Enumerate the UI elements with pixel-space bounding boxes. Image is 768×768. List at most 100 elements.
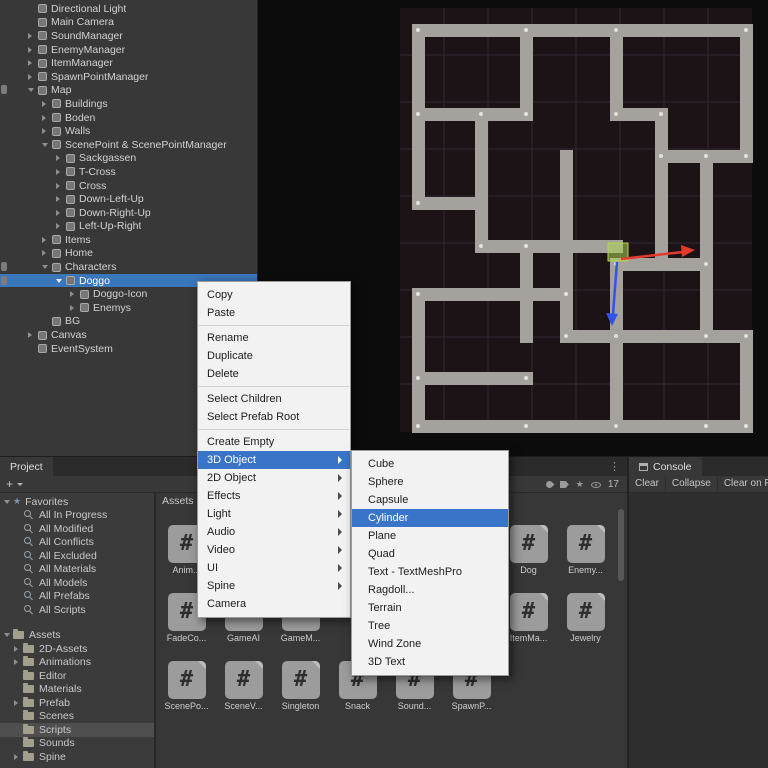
asset-tile-singleton[interactable]: Singleton [272, 661, 329, 711]
disclosure-arrow-icon[interactable] [14, 646, 23, 652]
hierarchy-item-characters[interactable]: Characters [0, 260, 258, 274]
asset-tile-scenev[interactable]: SceneV... [215, 661, 272, 711]
disclosure-arrow-icon[interactable] [14, 659, 23, 665]
console-collapse-button[interactable]: Collapse [666, 476, 718, 492]
disclosure-arrow-icon[interactable] [28, 33, 38, 39]
submenu-item-cube[interactable]: Cube [352, 455, 508, 473]
disclosure-arrow-icon[interactable] [56, 210, 66, 216]
hierarchy-item-map[interactable]: Map [0, 84, 258, 98]
tree-item-all-materials[interactable]: All Materials [0, 563, 155, 577]
tree-item-all-excluded[interactable]: All Excluded [0, 549, 155, 563]
submenu-item-capsule[interactable]: Capsule [352, 491, 508, 509]
tree-item-sounds[interactable]: Sounds [0, 737, 155, 751]
visibility-toggle-icon[interactable] [1, 85, 7, 94]
submenu-item-tree[interactable]: Tree [352, 617, 508, 635]
menu-item-rename[interactable]: Rename [198, 329, 350, 347]
menu-item-effects[interactable]: Effects [198, 487, 350, 505]
submenu-item-quad[interactable]: Quad [352, 545, 508, 563]
console-clear-button[interactable]: Clear [629, 476, 666, 492]
submenu-item-terrain[interactable]: Terrain [352, 599, 508, 617]
submenu-item-ragdoll[interactable]: Ragdoll... [352, 581, 508, 599]
submenu-item-wind-zone[interactable]: Wind Zone [352, 635, 508, 653]
hierarchy-item-items[interactable]: Items [0, 233, 258, 247]
panel-divider[interactable] [627, 456, 629, 768]
submenu-item-cylinder[interactable]: Cylinder [352, 509, 508, 527]
disclosure-arrow-icon[interactable] [56, 223, 66, 229]
disclosure-arrow-icon[interactable] [42, 143, 52, 147]
hierarchy-item-main-camera[interactable]: Main Camera [0, 16, 258, 30]
tree-item-assets-root[interactable]: Assets [0, 629, 155, 643]
disclosure-arrow-icon[interactable] [56, 183, 66, 189]
hierarchy-item-down-left-up[interactable]: Down-Left-Up [0, 192, 258, 206]
disclosure-arrow-icon[interactable] [42, 265, 52, 269]
create-asset-button[interactable]: + [6, 477, 23, 492]
hierarchy-item-enemymanager[interactable]: EnemyManager [0, 43, 258, 57]
disclosure-arrow-icon[interactable] [28, 60, 38, 66]
tree-item-all-modified[interactable]: All Modified [0, 522, 155, 536]
hierarchy-item-home[interactable]: Home [0, 247, 258, 261]
tree-item-materials[interactable]: Materials [0, 683, 155, 697]
hierarchy-item-sackgassen[interactable]: Sackgassen [0, 152, 258, 166]
tree-item-all-scripts[interactable]: All Scripts [0, 603, 155, 617]
submenu-item-3d-text[interactable]: 3D Text [352, 653, 508, 671]
tag-icon[interactable] [560, 481, 569, 488]
tree-item-2d-assets[interactable]: 2D-Assets [0, 642, 155, 656]
menu-item-create-empty[interactable]: Create Empty [198, 433, 350, 451]
menu-item-camera[interactable]: Camera [198, 595, 350, 613]
menu-item-audio[interactable]: Audio [198, 523, 350, 541]
visibility-toggle-icon[interactable] [1, 262, 7, 271]
hierarchy-item-itemmanager[interactable]: ItemManager [0, 56, 258, 70]
disclosure-arrow-icon[interactable] [42, 101, 52, 107]
disclosure-arrow-icon[interactable] [56, 196, 66, 202]
disclosure-arrow-icon[interactable] [70, 291, 80, 297]
tab-project[interactable]: Project [0, 457, 53, 477]
tab-console[interactable]: Console [629, 457, 702, 477]
menu-item-select-children[interactable]: Select Children [198, 390, 350, 408]
star-icon[interactable]: ★ [576, 480, 584, 489]
tree-item-prefab[interactable]: Prefab [0, 696, 155, 710]
hierarchy-item-scenepoint-manager[interactable]: ScenePoint & ScenePointManager [0, 138, 258, 152]
console-log-area[interactable] [629, 493, 768, 768]
disclosure-arrow-icon[interactable] [4, 633, 13, 637]
grid-scrollbar[interactable] [618, 509, 624, 581]
console-clear-on-play-button[interactable]: Clear on Play [718, 476, 768, 492]
disclosure-arrow-icon[interactable] [42, 128, 52, 134]
hierarchy-item-left-up-right[interactable]: Left-Up-Right [0, 220, 258, 234]
visibility-toggle-icon[interactable] [1, 276, 7, 285]
hierarchy-item-directional-light[interactable]: Directional Light [0, 2, 258, 16]
hierarchy-item-t-cross[interactable]: T-Cross [0, 165, 258, 179]
menu-item-ui[interactable]: UI [198, 559, 350, 577]
disclosure-arrow-icon[interactable] [70, 305, 80, 311]
menu-item-copy[interactable]: Copy [198, 286, 350, 304]
panel-menu-icon[interactable]: ⋮ [609, 460, 620, 473]
tree-item-scenes[interactable]: Scenes [0, 710, 155, 724]
disclosure-arrow-icon[interactable] [42, 237, 52, 243]
disclosure-arrow-icon[interactable] [28, 88, 38, 92]
menu-item-2d-object[interactable]: 2D Object [198, 469, 350, 487]
disclosure-arrow-icon[interactable] [56, 169, 66, 175]
hierarchy-item-soundmanager[interactable]: SoundManager [0, 29, 258, 43]
asset-tile-scenepo[interactable]: ScenePo... [158, 661, 215, 711]
tree-item-all-models[interactable]: All Models [0, 576, 155, 590]
tree-item-spine[interactable]: Spine [0, 750, 155, 764]
submenu-item-sphere[interactable]: Sphere [352, 473, 508, 491]
menu-item-duplicate[interactable]: Duplicate [198, 347, 350, 365]
disclosure-arrow-icon[interactable] [28, 47, 38, 53]
hierarchy-item-down-right-up[interactable]: Down-Right-Up [0, 206, 258, 220]
hierarchy-item-buildings[interactable]: Buildings [0, 97, 258, 111]
disclosure-arrow-icon[interactable] [14, 754, 23, 760]
disclosure-arrow-icon[interactable] [4, 500, 13, 504]
tree-item-all-prefabs[interactable]: All Prefabs [0, 590, 155, 604]
asset-tile-jewelry[interactable]: Jewelry [557, 593, 614, 643]
eye-icon[interactable] [591, 482, 601, 488]
disclosure-arrow-icon[interactable] [56, 155, 66, 161]
droplet-icon[interactable] [544, 480, 554, 490]
tree-item-animations[interactable]: Animations [0, 656, 155, 670]
tree-item-scripts[interactable]: Scripts [0, 723, 155, 737]
hierarchy-item-cross[interactable]: Cross [0, 179, 258, 193]
menu-item-select-prefab-root[interactable]: Select Prefab Root [198, 408, 350, 426]
menu-item-spine[interactable]: Spine [198, 577, 350, 595]
disclosure-arrow-icon[interactable] [28, 74, 38, 80]
submenu-item-plane[interactable]: Plane [352, 527, 508, 545]
hierarchy-item-spawnpointmanager[interactable]: SpawnPointManager [0, 70, 258, 84]
